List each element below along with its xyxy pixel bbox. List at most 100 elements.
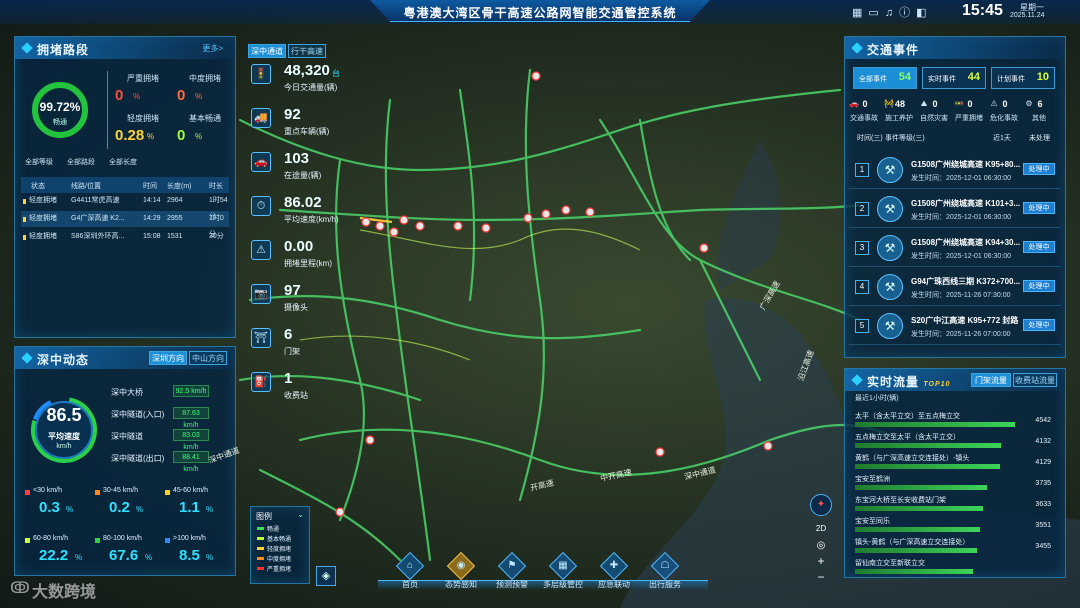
event-item[interactable]: 3 ⚒ G1508广州绕城高速 K94+30... 发生时间：2025-12-01 0…: [849, 231, 1061, 267]
event-filter[interactable]: 事件等级(三): [885, 133, 925, 143]
table-row[interactable]: 轻度拥堵 S86深圳外环高... 15:08 1531 30分: [21, 229, 229, 245]
speed-dist-dot: [165, 538, 170, 543]
event-item[interactable]: 5 ⚒ S20广中江高速 K95+772 封路 发生时间：2025-11-26 07:…: [849, 309, 1061, 345]
table-cell: 轻度拥堵: [29, 197, 57, 204]
table-row[interactable]: 轻度拥堵 G4广深高速 K2... 14:29 2955 1时0分: [21, 211, 229, 238]
event-filter[interactable]: 近1天: [993, 133, 1011, 143]
nav-button[interactable]: ▦ 多层级管控: [542, 551, 584, 590]
cong-stat-label: 基本畅通: [189, 114, 221, 123]
tab-gantry-flow[interactable]: 门架流量: [971, 373, 1011, 387]
flow-item-bar: [855, 527, 980, 532]
legend-collapse-icon[interactable]: ⌄: [297, 510, 304, 519]
event-filter[interactable]: 时间(三): [857, 133, 883, 143]
speed-dist-dot: [25, 538, 30, 543]
speed-dist-unit: %: [66, 505, 74, 514]
event-status-button[interactable]: 处理中: [1023, 202, 1055, 214]
smooth-ratio-value: 99.72%: [39, 100, 81, 114]
layers-button[interactable]: ◈: [316, 566, 336, 586]
speed-dist-label: >100 km/h: [173, 535, 206, 542]
speed-dist-dot: [95, 490, 100, 495]
compass-icon[interactable]: ✦: [810, 494, 832, 516]
congestion-column-header: 状态: [31, 183, 45, 190]
event-status-button[interactable]: 处理中: [1023, 241, 1055, 253]
nav-button[interactable]: ✚ 应急联动: [593, 551, 635, 590]
cong-stat-label: 轻度拥堵: [127, 114, 159, 123]
event-status-button[interactable]: 处理中: [1023, 163, 1055, 175]
congestion-filter[interactable]: 全部路段: [67, 157, 95, 167]
watermark-text: 大数跨境: [32, 584, 97, 601]
nav-glyph: ✚: [609, 560, 619, 571]
legend-swatch: [257, 547, 264, 550]
stat-divider: [107, 71, 108, 149]
nav-button[interactable]: ⌂ 首页: [389, 551, 431, 590]
event-tab[interactable]: 全部事件 54: [853, 67, 917, 89]
event-item[interactable]: 1 ⚒ G1508广州绕城高速 K95+80... 发生时间：2025-12-01 0…: [849, 153, 1061, 189]
event-index: 4: [855, 280, 869, 294]
zoom-in-button[interactable]: +: [812, 554, 830, 568]
event-title: S20广中江高速 K95+772 封路: [911, 316, 1019, 325]
locate-icon[interactable]: ◎: [812, 540, 830, 551]
table-cell: 2964: [167, 197, 183, 204]
tab-zhongshan-direction[interactable]: 中山方向: [189, 351, 227, 365]
map-tab-shenzhong[interactable]: 深中通道: [248, 44, 286, 58]
nav-icon: ▦: [548, 551, 578, 581]
info-icon[interactable]: ◧: [916, 7, 932, 19]
legend-swatch: [257, 567, 264, 570]
event-tab-label: 计划事件: [997, 76, 1025, 83]
flow-subtitle: 最近1小时(辆): [855, 395, 899, 402]
table-cell: 14:29: [143, 215, 161, 222]
event-item[interactable]: 4 ⚒ G94广珠西线三期 K372+700... 发生时间：2025-11-26 0…: [849, 270, 1061, 306]
flow-item-value: 3551: [1035, 522, 1051, 529]
nav-label: 多层级管控: [543, 580, 583, 589]
zoom-out-button[interactable]: −: [812, 570, 830, 584]
table-cell: G4广深高速 K2...: [71, 215, 125, 222]
construction-icon: ⚒: [877, 235, 903, 261]
congestion-column-header: 时长: [209, 183, 223, 190]
header-icons: ▦▭♫ⓘ◧: [852, 4, 952, 19]
flow-item-bar: [855, 422, 1015, 427]
flow-item-name: 五点梅立交至太平（含太平立交）: [855, 434, 960, 441]
tab-shenzhen-direction[interactable]: 深圳方向: [149, 351, 187, 365]
event-status-button[interactable]: 处理中: [1023, 319, 1055, 331]
event-cat-count: 48: [894, 99, 905, 109]
event-tab[interactable]: 计划事件 10: [991, 67, 1055, 89]
event-item[interactable]: 2 ⚒ G1508广州绕城高速 K101+3... 发生时间：2025-12-01 0…: [849, 192, 1061, 228]
tab-toll-flow[interactable]: 收费站流量: [1013, 373, 1057, 387]
alert-icon[interactable]: ⓘ: [899, 7, 916, 19]
flow-item-value: 3633: [1035, 501, 1051, 508]
more-link[interactable]: 更多>: [202, 43, 223, 54]
nav-button[interactable]: ◉ 态势感知: [440, 551, 482, 590]
grid-icon[interactable]: ▦: [852, 7, 868, 19]
event-tab[interactable]: 实时事件 44: [922, 67, 986, 89]
events-panel: 交通事件 全部事件 54 实时事件 44 计划事件 10 🚗 0 交通事故 🚧 48 施工养护 ⛰ 0 自…: [844, 36, 1066, 358]
nav-button[interactable]: ☖ 出行服务: [644, 551, 686, 590]
nav-button[interactable]: ⚑ 预测预警: [491, 551, 533, 590]
kpi-label: 在途量(辆): [284, 171, 322, 180]
nav-label: 出行服务: [649, 580, 681, 589]
map-tab-trunk[interactable]: 行干高速: [288, 44, 326, 58]
speed-dist-unit: %: [136, 505, 144, 514]
kpi-value: 1: [284, 370, 293, 387]
cong-stat-value: 0: [177, 127, 186, 144]
event-status-button[interactable]: 处理中: [1023, 280, 1055, 292]
sz-road-name: 深中隧道(入口): [111, 410, 165, 419]
status-dot: [23, 217, 26, 222]
table-row[interactable]: 轻度拥堵 G4411常虎高速 14:14 2964 1时54分: [21, 193, 229, 220]
congestion-filter[interactable]: 全部长度: [109, 157, 137, 167]
flow-title-text: 实时流量: [867, 375, 920, 389]
event-cat-label: 其他: [1032, 115, 1046, 122]
cong-stat-label: 严重拥堵: [127, 74, 159, 83]
bell-icon[interactable]: ♫: [885, 7, 899, 19]
cong-stat-value: 0: [177, 87, 186, 104]
flow-item-value: 4542: [1035, 417, 1051, 424]
nav-icon: ◉: [446, 551, 476, 581]
map-mode-button[interactable]: 2D: [812, 524, 830, 533]
nav-label: 首页: [402, 580, 418, 589]
speed-dist-dot: [95, 538, 100, 543]
monitor-icon[interactable]: ▭: [868, 7, 884, 19]
event-filter[interactable]: 未处理: [1029, 133, 1050, 143]
congestion-filter[interactable]: 全部等级: [25, 157, 53, 167]
avg-speed-unit: km/h: [56, 443, 72, 450]
sz-road-speed: 87.63 km/h: [173, 407, 209, 429]
event-time: 发生时间：2025-12-01 06:30:00: [911, 175, 1011, 182]
